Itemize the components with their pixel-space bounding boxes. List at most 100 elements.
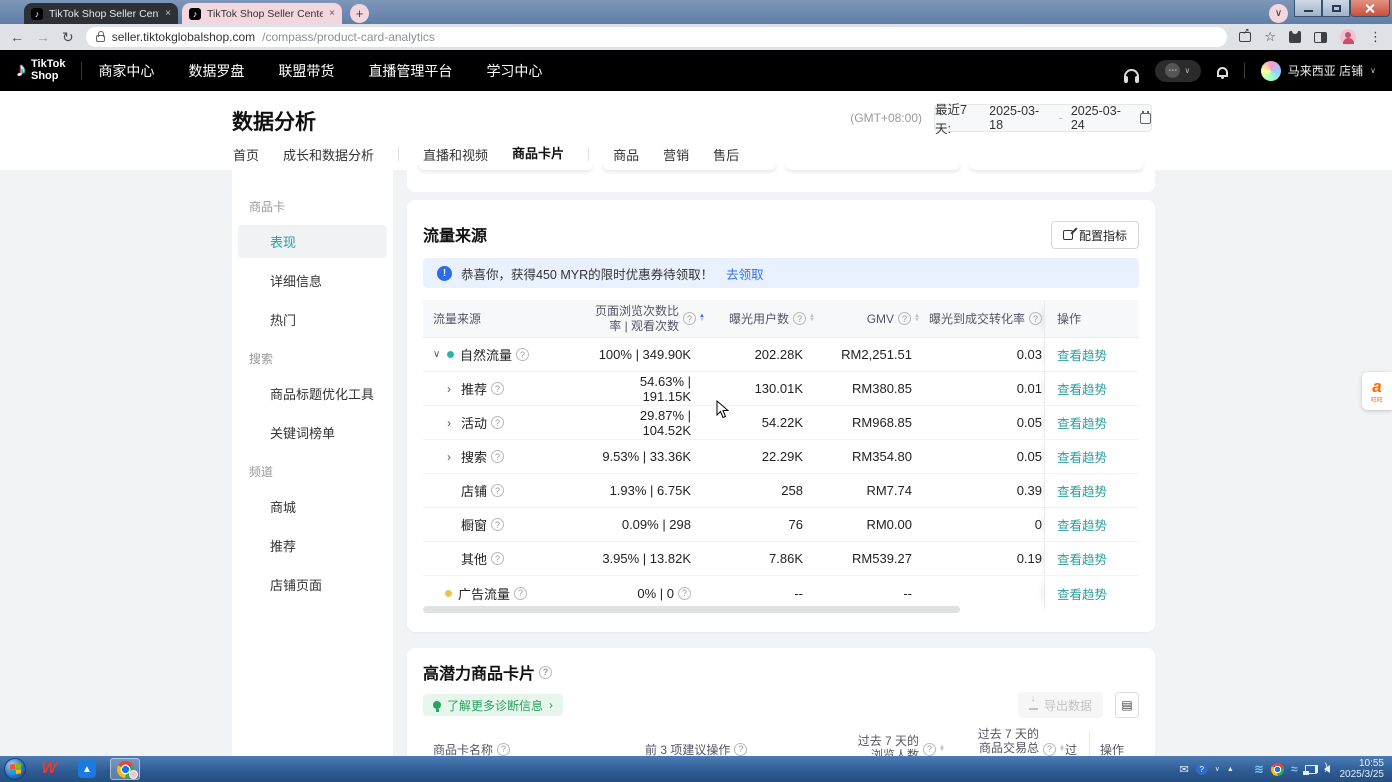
extensions-puzzle-icon[interactable] [1289,31,1301,43]
maximize-button[interactable] [1322,0,1350,17]
horizontal-scrollbar[interactable] [423,606,1139,613]
tab-home[interactable]: 首页 [233,145,259,172]
tray-envelope-icon[interactable]: ✉ [1180,763,1189,776]
start-button[interactable] [4,758,26,780]
help-icon[interactable]: ? [491,382,504,395]
tiktok-shop-logo[interactable]: ♪ TikTokShop [16,59,65,82]
metric-card-stub [970,163,1144,170]
view-trend-link[interactable]: 查看趋势 [1057,584,1107,603]
date-range-picker[interactable]: 最近7天: 2025-03-18 - 2025-03-24 [934,104,1152,132]
tray-sync-icon[interactable]: ≈ [1291,762,1298,776]
export-data-button[interactable]: 导出数据 [1018,692,1103,718]
help-icon[interactable]: ? [1043,743,1056,756]
chat-button[interactable]: ⋯ ∨ [1155,60,1201,82]
sidebar-item-performance[interactable]: 表现 [238,225,387,258]
wangwang-float-badge[interactable]: a 旺旺 [1362,372,1392,410]
view-trend-link[interactable]: 查看趋势 [1057,481,1107,500]
view-trend-link[interactable]: 查看趋势 [1057,345,1107,364]
tray-help-icon[interactable]: ? [1196,763,1208,775]
view-trend-link[interactable]: 查看趋势 [1057,549,1107,568]
help-icon[interactable]: ? [734,743,747,756]
support-headset-icon[interactable] [1124,69,1139,78]
help-icon[interactable]: ? [923,743,936,756]
help-icon[interactable]: ? [491,450,504,463]
view-trend-link[interactable]: 查看趋势 [1057,413,1107,432]
sort-icon[interactable]: ▲▼ [914,315,920,322]
help-icon[interactable]: ? [497,743,510,756]
nav-item-live-management[interactable]: 直播管理平台 [368,61,452,81]
scrollbar-thumb[interactable] [423,606,960,613]
help-icon[interactable]: ? [1029,312,1042,325]
notifications-bell-icon[interactable] [1217,67,1228,77]
nav-item-data-compass[interactable]: 数据罗盘 [188,61,244,81]
close-window-button[interactable] [1350,0,1390,17]
close-tab-icon[interactable]: × [329,8,335,19]
configure-metrics-button[interactable]: 配置指标 [1051,221,1139,249]
tab-growth-analytics[interactable]: 成长和数据分析 [283,145,374,172]
share-icon[interactable] [1239,32,1251,42]
chevron-right-icon[interactable]: › [447,450,461,464]
help-icon[interactable]: ? [491,484,504,497]
store-switcher[interactable]: 马来西亚 店铺 ∨ [1261,61,1376,81]
taskbar-app-button[interactable]: ▲ [72,758,102,780]
coupon-banner: ! 恭喜你，获得450 MYR的限时优惠券待领取！ 去领取 [423,258,1139,288]
side-panel-icon[interactable] [1314,32,1327,43]
back-button[interactable]: ← [10,29,24,45]
ratio-value: 3.95% | 13.82K [593,542,713,575]
minimize-button[interactable] [1294,0,1322,17]
sort-icon[interactable]: ▲▼ [809,315,815,322]
bookmark-star-icon[interactable]: ☆ [1264,29,1276,45]
profile-avatar[interactable] [1340,29,1356,45]
users-value: 76 [713,508,821,541]
new-tab-button[interactable]: + [350,4,369,23]
sidebar-item-mall[interactable]: 商城 [238,490,387,523]
sidebar-item-details[interactable]: 详细信息 [238,264,387,297]
tab-search-button[interactable]: ∨ [1269,4,1288,23]
close-tab-icon[interactable]: × [165,8,171,19]
sidebar-item-title-optimizer[interactable]: 商品标题优化工具 [238,377,387,410]
help-icon[interactable]: ? [514,587,527,600]
chevron-right-icon[interactable]: › [447,382,461,396]
help-icon[interactable]: ? [793,312,806,325]
speaker-icon[interactable] [1324,765,1330,773]
help-icon[interactable]: ? [491,552,504,565]
view-trend-link[interactable]: 查看趋势 [1057,515,1107,534]
tray-chevron-icon[interactable]: ∨ [1215,765,1220,773]
forward-button[interactable]: → [36,29,50,45]
tray-expand-icon[interactable]: ▲ [1227,766,1234,773]
help-icon[interactable]: ? [898,312,911,325]
chevron-right-icon[interactable]: › [447,416,461,430]
taskbar-chrome-button[interactable] [110,758,140,780]
taskbar-wps-button[interactable]: W [34,758,64,780]
tray-cloud-icon[interactable]: ≋ [1254,762,1264,776]
help-icon[interactable]: ? [683,312,696,325]
nav-item-affiliate[interactable]: 联盟带货 [278,61,334,81]
sidebar-item-recommend[interactable]: 推荐 [238,529,387,562]
diagnosis-link[interactable]: 了解更多诊断信息 › [423,694,563,716]
nav-item-learning-center[interactable]: 学习中心 [486,61,542,81]
report-button[interactable]: ▤ [1115,692,1139,718]
browser-menu-icon[interactable]: ⋮ [1369,29,1382,45]
tray-chrome-icon[interactable] [1271,763,1284,776]
reload-button[interactable]: ↻ [62,29,74,46]
claim-coupon-link[interactable]: 去领取 [726,264,764,283]
browser-tab-1[interactable]: ♪ TikTok Shop Seller Center | Cr × [24,3,178,24]
help-icon[interactable]: ? [491,416,504,429]
sidebar-item-shop-page[interactable]: 店铺页面 [238,568,387,601]
url-bar[interactable]: seller.tiktokglobalshop.com/compass/prod… [86,27,1228,47]
sidebar-item-keyword-ranking[interactable]: 关键词榜单 [238,416,387,449]
browser-tab-2[interactable]: ♪ TikTok Shop Seller Center | Cr × [182,3,342,24]
chevron-down-icon[interactable]: ∨ [433,349,447,360]
help-icon[interactable]: ? [678,587,691,600]
sort-icon[interactable]: ▲▼ [699,315,705,322]
view-trend-link[interactable]: 查看趋势 [1057,447,1107,466]
nav-item-seller-center[interactable]: 商家中心 [98,61,154,81]
taskbar-clock[interactable]: 10:55 2025/3/25 [1340,758,1389,781]
sidebar-item-trending[interactable]: 热门 [238,303,387,336]
view-trend-link[interactable]: 查看趋势 [1057,379,1107,398]
gmv-value: RM0.00 [821,508,926,541]
help-icon[interactable]: ? [539,666,552,679]
help-icon[interactable]: ? [516,348,529,361]
traffic-table: 流量来源 页面浏览次数比率 | 观看次数 ? ▲▼ 曝光用户数 ? ▲▼ GMV… [423,300,1139,610]
help-icon[interactable]: ? [491,518,504,531]
